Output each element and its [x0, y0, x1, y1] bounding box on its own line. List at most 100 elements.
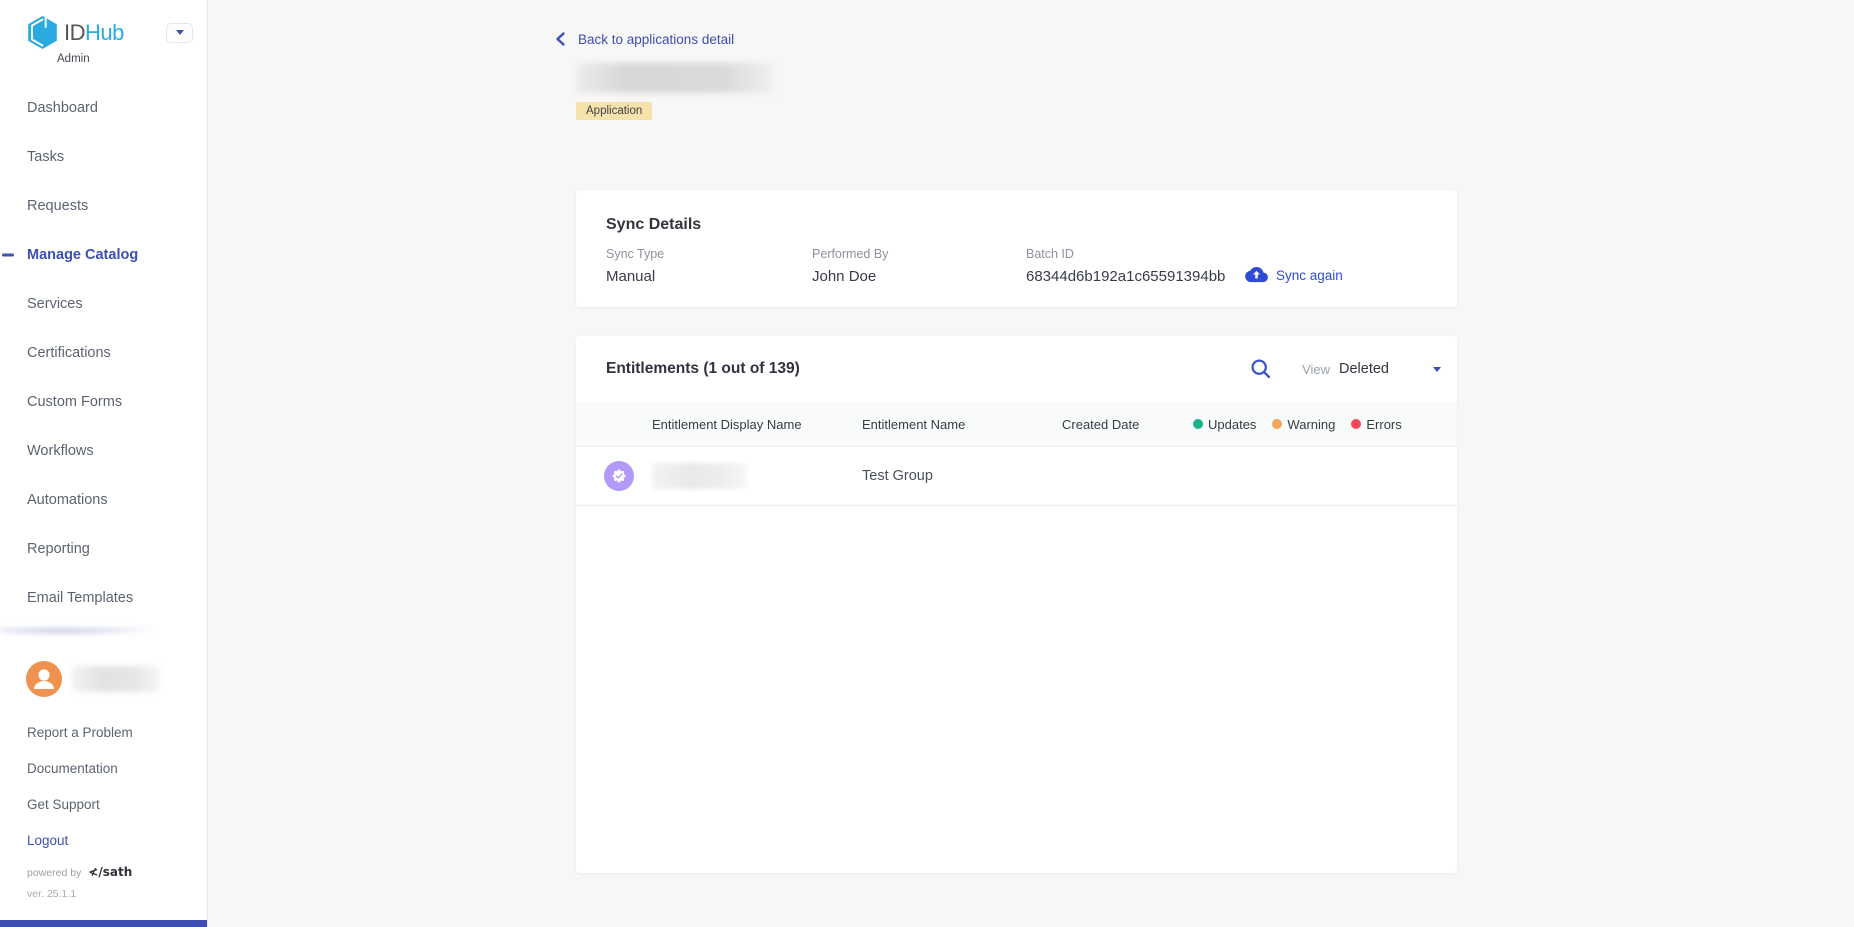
report-a-problem-link[interactable]: Report a Problem	[0, 714, 207, 750]
sidebar-item-custom-forms[interactable]: Custom Forms	[0, 377, 207, 426]
view-label: View	[1302, 362, 1330, 377]
idhub-hexagon-logo-icon	[26, 15, 59, 50]
chevron-down-icon	[1433, 367, 1441, 372]
sidebar-item-certifications[interactable]: Certifications	[0, 328, 207, 377]
legend-label: Errors	[1366, 417, 1401, 432]
sidebar-item-label: Tasks	[27, 149, 64, 165]
sync-again-label: Sync again	[1276, 268, 1343, 283]
sidebar-item-email-templates[interactable]: Email Templates	[0, 573, 207, 622]
sidebar-item-label: Automations	[27, 492, 108, 508]
chevron-down-icon	[176, 30, 184, 35]
person-icon	[26, 661, 62, 697]
field-value: Manual	[606, 268, 812, 285]
row-icon-cell	[576, 461, 652, 491]
back-link-label: Back to applications detail	[578, 32, 734, 47]
sidebar-scroll-shadow	[0, 628, 207, 639]
legend-updates: Updates	[1193, 417, 1256, 432]
sidebar-item-label: Custom Forms	[27, 394, 122, 410]
view-select-value[interactable]: Deleted	[1339, 361, 1389, 377]
redacted-text-blur	[652, 463, 747, 489]
field-label: Performed By	[812, 247, 1026, 261]
entitlements-table-header: Entitlement Display Name Entitlement Nam…	[576, 402, 1457, 447]
entitlements-title: Entitlements (1 out of 139)	[606, 360, 800, 378]
app-wordmark: IDHub	[64, 20, 124, 46]
entitlements-card: Entitlements (1 out of 139) View Deleted…	[576, 336, 1457, 873]
logo-row: IDHub	[26, 15, 193, 50]
sidebar-item-workflows[interactable]: Workflows	[0, 426, 207, 475]
legend-warning: Warning	[1272, 417, 1335, 432]
updates-dot-icon	[1193, 419, 1203, 429]
sidebar-item-manage-catalog[interactable]: Manage Catalog	[0, 230, 207, 279]
field-value: John Doe	[812, 268, 1026, 285]
wordmark-hub: Hub	[85, 20, 124, 45]
warning-dot-icon	[1272, 419, 1282, 429]
powered-by-label: powered by	[27, 867, 81, 879]
sidebar-item-reporting[interactable]: Reporting	[0, 524, 207, 573]
sync-again-button[interactable]: Sync again	[1245, 266, 1343, 284]
sidebar-item-label: Manage Catalog	[27, 247, 138, 263]
sync-type-field: Sync Type Manual	[606, 247, 812, 285]
field-value: 68344d6b192a1c65591394bb	[1026, 268, 1245, 285]
entitlement-name-cell: Test Group	[862, 468, 1062, 484]
performed-by-field: Performed By John Doe	[812, 247, 1026, 285]
batch-id-field: Batch ID 68344d6b192a1c65591394bb	[1026, 247, 1245, 285]
legend-errors: Errors	[1351, 417, 1401, 432]
column-header-display-name: Entitlement Display Name	[652, 417, 862, 432]
column-header-entitlement-name: Entitlement Name	[862, 417, 1062, 432]
column-header-created-date: Created Date	[1062, 417, 1193, 432]
sidebar-item-label: Reporting	[27, 541, 90, 557]
get-support-link[interactable]: Get Support	[0, 786, 207, 822]
user-name-redacted	[72, 666, 160, 692]
sync-details-title: Sync Details	[606, 216, 1427, 234]
sidebar-nav: Dashboard Tasks Requests Manage Catalog …	[0, 83, 207, 622]
footer-link-label: Report a Problem	[27, 725, 133, 740]
footer-link-label: Get Support	[27, 797, 100, 812]
powered-by-row: powered by ≮/sath	[0, 865, 207, 879]
view-select-button[interactable]	[1433, 367, 1441, 372]
avatar	[26, 661, 62, 697]
sidebar-item-label: Workflows	[27, 443, 94, 459]
entitlements-header: Entitlements (1 out of 139) View Deleted	[576, 336, 1457, 402]
workspace-switcher-button[interactable]	[166, 23, 193, 43]
chevron-left-icon	[554, 31, 568, 47]
sidebar-item-label: Dashboard	[27, 100, 98, 116]
sidebar-footer-links: Report a Problem Documentation Get Suppo…	[0, 714, 207, 858]
sidebar-item-tasks[interactable]: Tasks	[0, 132, 207, 181]
sync-fields: Sync Type Manual Performed By John Doe B…	[606, 247, 1427, 285]
logout-link[interactable]: Logout	[0, 822, 207, 858]
field-label: Batch ID	[1026, 247, 1245, 261]
documentation-link[interactable]: Documentation	[0, 750, 207, 786]
user-row[interactable]	[26, 661, 207, 697]
entitlements-tools: View Deleted	[1250, 358, 1447, 380]
table-row[interactable]: Test Group	[576, 447, 1457, 506]
role-label: Admin	[57, 53, 207, 65]
main-content: Back to applications detail Application …	[208, 0, 1854, 927]
footer-link-label: Logout	[27, 833, 68, 848]
sidebar: IDHub Admin Dashboard Tasks Requests Man…	[0, 0, 208, 927]
search-button[interactable]	[1250, 358, 1272, 380]
application-title-redacted	[576, 63, 773, 93]
sidebar-item-dashboard[interactable]: Dashboard	[0, 83, 207, 132]
sidebar-item-label: Email Templates	[27, 590, 133, 606]
sidebar-item-label: Requests	[27, 198, 88, 214]
application-type-badge: Application	[576, 102, 652, 120]
sync-details-card: Sync Details Sync Type Manual Performed …	[576, 190, 1457, 307]
search-icon	[1250, 358, 1272, 380]
cloud-upload-icon	[1245, 266, 1268, 284]
sidebar-item-automations[interactable]: Automations	[0, 475, 207, 524]
wordmark-id: ID	[64, 20, 85, 45]
sidebar-item-services[interactable]: Services	[0, 279, 207, 328]
legend-label: Warning	[1287, 417, 1335, 432]
sidebar-bottom-accent-bar	[0, 920, 207, 927]
sidebar-item-label: Certifications	[27, 345, 111, 361]
version-label: ver. 25.1.1	[0, 888, 207, 900]
back-to-applications-link[interactable]: Back to applications detail	[554, 0, 734, 47]
footer-link-label: Documentation	[27, 761, 118, 776]
errors-dot-icon	[1351, 419, 1361, 429]
sidebar-item-requests[interactable]: Requests	[0, 181, 207, 230]
status-legend: Updates Warning Errors	[1193, 417, 1418, 432]
legend-label: Updates	[1208, 417, 1256, 432]
entitlement-display-name-redacted	[652, 463, 862, 489]
entitlement-seal-icon	[604, 461, 634, 491]
field-label: Sync Type	[606, 247, 812, 261]
